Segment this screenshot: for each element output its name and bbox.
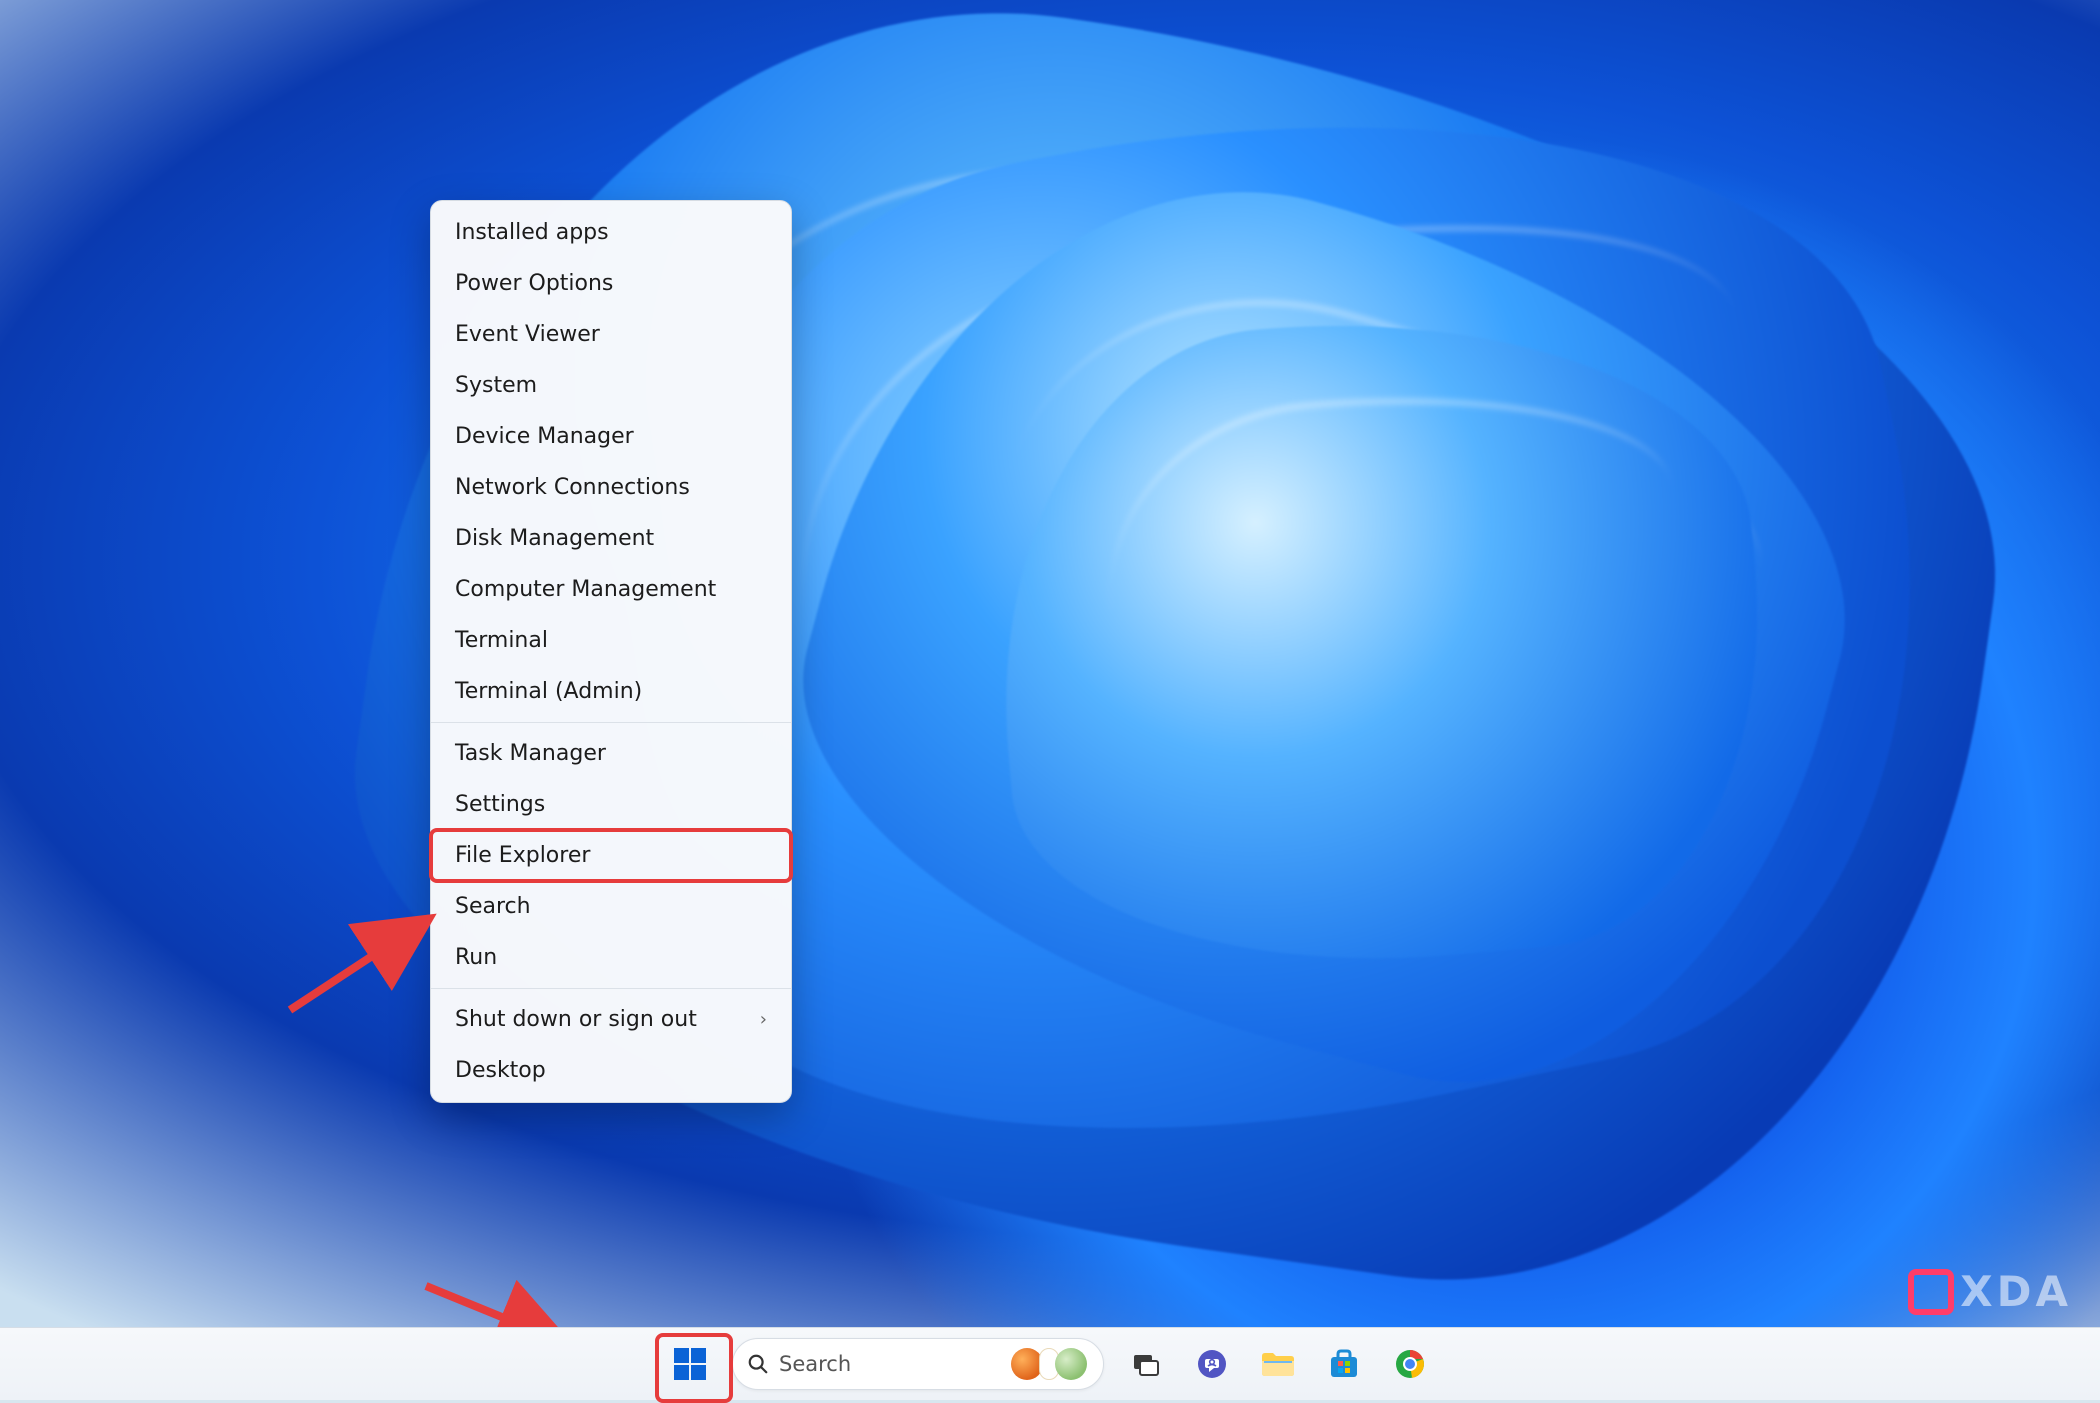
task-view-icon [1130,1348,1162,1380]
winx-item-search[interactable]: Search [431,881,791,932]
search-placeholder: Search [779,1352,1001,1376]
search-highlight-icons [1011,1348,1087,1380]
start-button[interactable] [666,1340,714,1388]
winx-item-label: Terminal (Admin) [455,679,642,704]
winx-item-run[interactable]: Run [431,932,791,983]
search-icon [747,1353,769,1375]
winx-item-label: Terminal [455,628,548,653]
winx-item-shut-down-or-sign-out[interactable]: Shut down or sign out › [431,994,791,1045]
winx-context-menu: Installed apps Power Options Event Viewer S… [430,200,792,1103]
chrome-icon [1394,1348,1426,1380]
xda-watermark: XDA [1908,1267,2072,1316]
winx-item-label: Computer Management [455,577,716,602]
menu-separator [431,722,791,723]
winx-item-label: Installed apps [455,220,609,245]
microsoft-store-button[interactable] [1320,1340,1368,1388]
chat-icon [1195,1347,1229,1381]
winx-item-settings[interactable]: Settings [431,779,791,830]
winx-item-label: Run [455,945,497,970]
winx-item-network-connections[interactable]: Network Connections [431,462,791,513]
store-icon [1327,1347,1361,1381]
winx-item-label: Network Connections [455,475,690,500]
winx-item-task-manager[interactable]: Task Manager [431,728,791,779]
winx-item-label: Search [455,894,531,919]
chevron-right-icon: › [760,1009,767,1030]
winx-item-label: Power Options [455,271,613,296]
search-box[interactable]: Search [732,1338,1104,1390]
winx-item-label: File Explorer [455,843,590,868]
taskbar: Search [0,1327,2100,1400]
watermark-text: XDA [1960,1267,2072,1316]
winx-item-label: Event Viewer [455,322,600,347]
chat-button[interactable] [1188,1340,1236,1388]
file-explorer-button[interactable] [1254,1340,1302,1388]
windows-logo-icon [673,1347,707,1381]
winx-item-label: Disk Management [455,526,654,551]
xda-logo-icon [1908,1269,1954,1315]
winx-item-label: Desktop [455,1058,546,1083]
winx-item-label: Settings [455,792,545,817]
task-view-button[interactable] [1122,1340,1170,1388]
winx-item-label: System [455,373,537,398]
winx-item-power-options[interactable]: Power Options [431,258,791,309]
winx-item-label: Shut down or sign out [455,1007,697,1032]
winx-item-terminal-admin[interactable]: Terminal (Admin) [431,666,791,717]
winx-item-label: Device Manager [455,424,634,449]
winx-item-disk-management[interactable]: Disk Management [431,513,791,564]
chrome-button[interactable] [1386,1340,1434,1388]
winx-item-system[interactable]: System [431,360,791,411]
winx-item-computer-management[interactable]: Computer Management [431,564,791,615]
winx-item-file-explorer[interactable]: File Explorer [431,830,791,881]
search-charm-icon [1055,1348,1087,1380]
menu-separator [431,988,791,989]
winx-item-device-manager[interactable]: Device Manager [431,411,791,462]
folder-icon [1260,1348,1296,1380]
desktop-wallpaper [0,0,2100,1400]
winx-item-label: Task Manager [455,741,606,766]
taskbar-center: Search [666,1338,1434,1390]
winx-item-terminal[interactable]: Terminal [431,615,791,666]
winx-item-installed-apps[interactable]: Installed apps [431,207,791,258]
winx-item-desktop[interactable]: Desktop [431,1045,791,1096]
winx-item-event-viewer[interactable]: Event Viewer [431,309,791,360]
